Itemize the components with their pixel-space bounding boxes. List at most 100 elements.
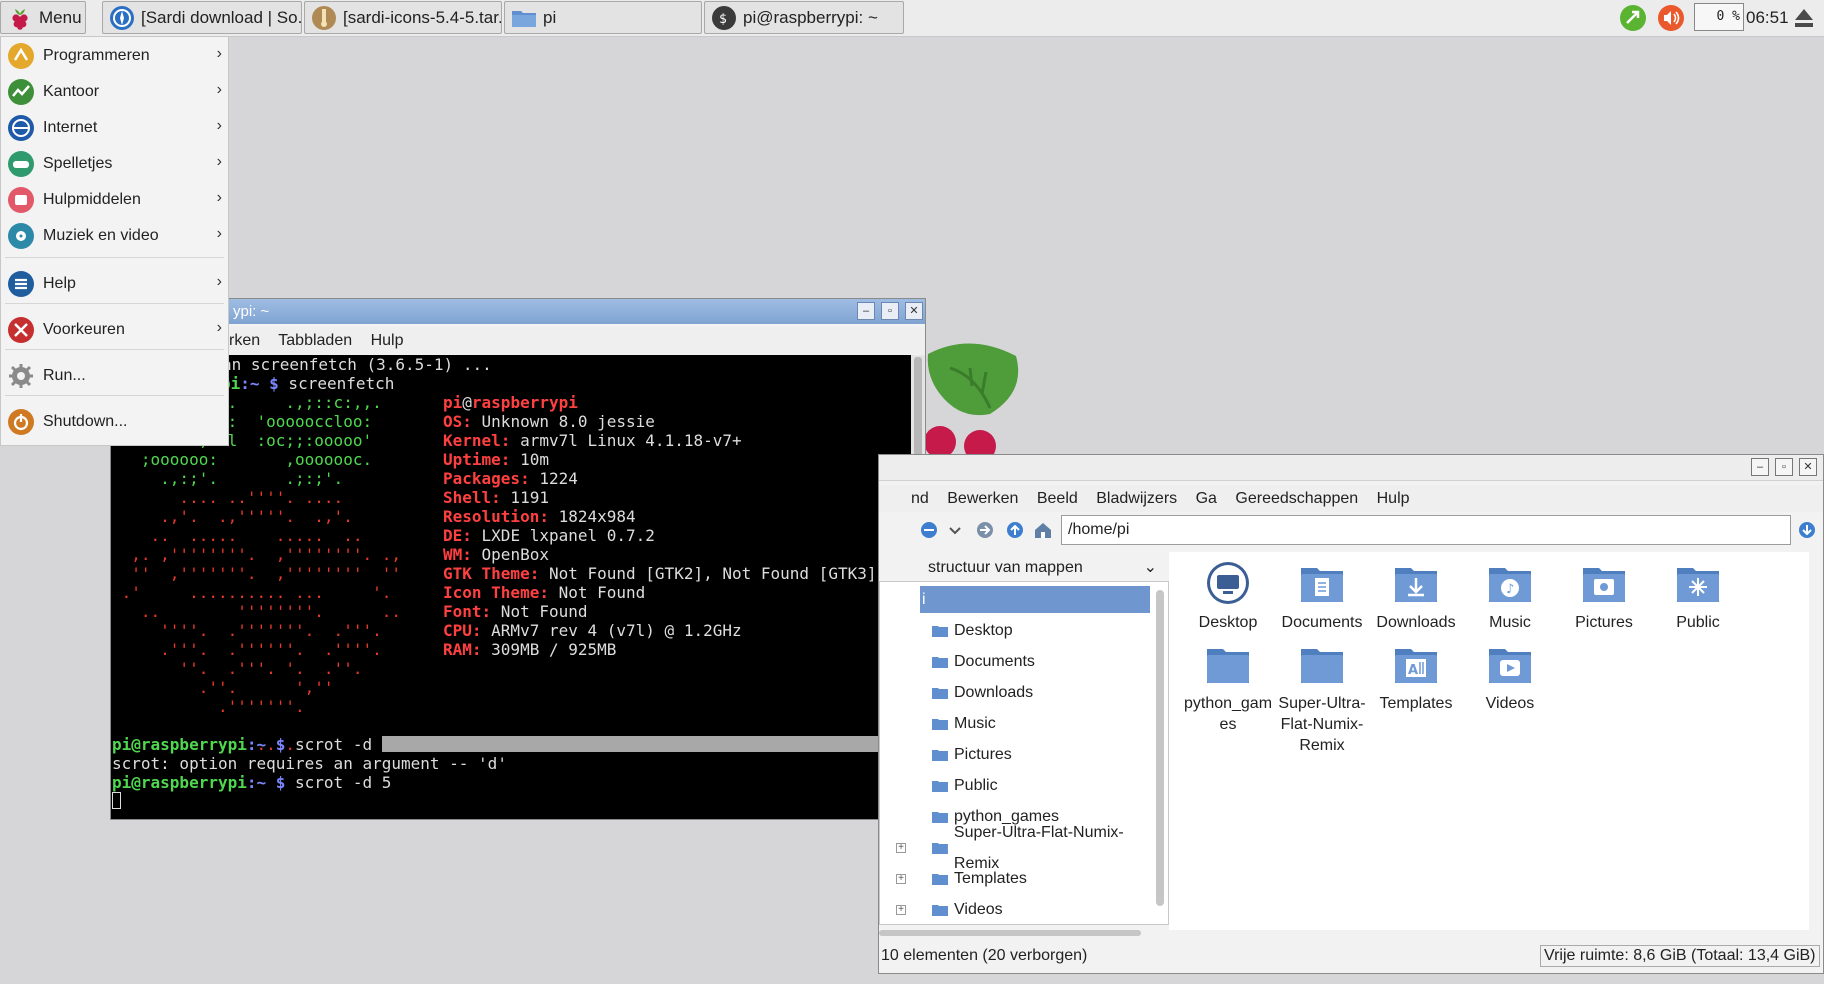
terminal-screen[interactable]: an screenfetch (3.6.5-1) ... pi:~ $ scre…	[111, 355, 911, 819]
menu-tools[interactable]: Gereedschappen	[1235, 490, 1358, 507]
file-item-label: Super-Ultra-Flat-Numix-Remix	[1278, 695, 1366, 754]
ascii-line: .... ..''''. ....	[112, 488, 344, 507]
maximize-button[interactable]: ▫	[881, 302, 899, 320]
close-button[interactable]: ✕	[1799, 458, 1817, 476]
terminal-line: pi:~ $ screenfetch	[221, 374, 394, 393]
tree-item-label: Public	[954, 777, 998, 794]
tree-item[interactable]: Templates	[932, 863, 1027, 894]
folder-icon	[932, 687, 948, 699]
tree-hscrollbar[interactable]	[879, 930, 1141, 936]
sysinfo-value: 1224	[529, 469, 578, 488]
terminal-titlebar[interactable]: ypi: ~	[111, 299, 925, 324]
directory-tree[interactable]: i Desktop Documents Downloads Music Pictures…	[879, 581, 1169, 925]
menu-item-shutdown[interactable]: Shutdown...	[1, 404, 228, 440]
tree-scrollbar[interactable]	[1156, 590, 1164, 906]
tree-item[interactable]: Documents	[932, 646, 1035, 677]
volume-muted-icon[interactable]	[1656, 3, 1686, 33]
file-item[interactable]: python_games	[1181, 633, 1275, 735]
tree-selected-row[interactable]: i	[920, 586, 1150, 613]
tree-expander-icon[interactable]: +	[896, 843, 906, 853]
menu-item-help[interactable]: Help ›	[1, 266, 228, 302]
minimize-button[interactable]: –	[1751, 458, 1769, 476]
task-browser[interactable]: [Sardi download | So...	[102, 1, 302, 34]
forward-icon[interactable]	[975, 520, 995, 540]
ascii-line: ,. ,''''''''. ,''''''''. .,	[112, 545, 401, 564]
tree-expander-icon[interactable]: +	[896, 905, 906, 915]
menu-item-programmeren[interactable]: Programmeren ›	[1, 38, 228, 74]
tree-item[interactable]: Super-Ultra-Flat-Numix-Remix	[932, 824, 1168, 872]
menu-bookmarks[interactable]: Bladwijzers	[1096, 490, 1177, 507]
tree-item[interactable]: Downloads	[932, 677, 1033, 708]
file-item[interactable]: Pictures	[1557, 552, 1651, 633]
file-item-label: Music	[1489, 614, 1531, 631]
tree-expander-icon[interactable]: +	[896, 874, 906, 884]
file-item[interactable]: ♪ Music	[1463, 552, 1557, 633]
menu-item-run[interactable]: Run...	[1, 358, 228, 394]
tree-item[interactable]: Music	[932, 708, 996, 739]
ascii-line: .,:;'. .;:;'.	[112, 469, 344, 488]
file-item[interactable]: Desktop	[1181, 552, 1275, 633]
menu-item-spelletjes[interactable]: Spelletjes ›	[1, 146, 228, 182]
menu-edit[interactable]: rken	[229, 332, 260, 349]
tree-item[interactable]: Pictures	[932, 739, 1012, 770]
fm-titlebar[interactable]	[879, 455, 1823, 481]
menu-separator	[5, 257, 224, 258]
documents-folder-icon	[1301, 568, 1343, 602]
menu-go[interactable]: Ga	[1196, 490, 1217, 507]
menu-item-hulpmiddelen[interactable]: Hulpmiddelen ›	[1, 182, 228, 218]
ascii-line: .,'. .,'''''. .,'.	[112, 507, 353, 526]
menu-view[interactable]: Beeld	[1037, 490, 1078, 507]
file-item[interactable]: Videos	[1463, 633, 1557, 714]
file-item[interactable]: Public	[1651, 552, 1745, 633]
file-grid[interactable]: Desktop Documents Downloads ♪ Music Pictures P…	[1169, 552, 1809, 930]
path-input[interactable]: /home/pi	[1061, 515, 1791, 545]
minimize-button[interactable]: –	[857, 302, 875, 320]
tree-item[interactable]: Public	[932, 770, 998, 801]
menu-item-muziek-en-video[interactable]: Muziek en video ›	[1, 218, 228, 254]
file-item[interactable]: Super-Ultra-Flat-Numix-Remix	[1275, 633, 1369, 756]
menu-separator	[5, 395, 224, 396]
menu-item-label: Programmeren	[43, 47, 150, 64]
menu-item-kantoor[interactable]: Kantoor ›	[1, 74, 228, 110]
go-icon[interactable]	[1797, 520, 1817, 540]
sysinfo-value: Not Found [GTK2], Not Found [GTK3]	[539, 564, 877, 583]
menu-help[interactable]: Hulp	[371, 332, 404, 349]
run-gear-icon	[9, 364, 33, 388]
maximize-button[interactable]: ▫	[1775, 458, 1793, 476]
preferences-icon	[8, 317, 34, 343]
home-icon[interactable]	[1033, 520, 1053, 540]
task-terminal[interactable]: $ pi@raspberrypi: ~	[704, 1, 904, 34]
task-archive[interactable]: [sardi-icons-5.4-5.tar....	[304, 1, 502, 34]
menu-edit[interactable]: Bewerken	[947, 490, 1018, 507]
file-item[interactable]: Downloads	[1369, 552, 1463, 633]
up-icon[interactable]	[1005, 520, 1025, 540]
fm-menubar: nd Bewerken Beeld Bladwijzers Ga Gereeds…	[879, 485, 1823, 512]
eject-icon[interactable]	[1793, 7, 1815, 31]
cpu-monitor[interactable]: 0 %	[1694, 3, 1744, 31]
close-button[interactable]: ✕	[905, 302, 923, 320]
ascii-line: .. ''''''''. ..	[112, 602, 401, 621]
file-item[interactable]: A Templates	[1369, 633, 1463, 714]
tree-item[interactable]: Videos	[932, 894, 1003, 924]
history-dropdown-icon[interactable]	[945, 520, 965, 540]
menu-help[interactable]: Hulp	[1377, 490, 1410, 507]
menu-item-label: Voorkeuren	[43, 321, 125, 338]
submenu-arrow-icon: ›	[216, 153, 222, 170]
clock[interactable]: 06:51	[1746, 0, 1789, 36]
terminal-icon: $	[712, 5, 736, 30]
file-item-label: python_games	[1183, 695, 1273, 733]
task-file-manager[interactable]: pi	[504, 1, 702, 34]
back-icon[interactable]	[919, 520, 939, 540]
sysinfo-value: 1824x984	[548, 507, 636, 526]
sidebar-mode-select[interactable]: structuur van mappen ⌄	[879, 555, 1157, 581]
tree-item[interactable]: Desktop	[932, 615, 1013, 646]
menu-file[interactable]: nd	[911, 490, 929, 507]
menu-item-internet[interactable]: Internet ›	[1, 110, 228, 146]
menu-tabs[interactable]: Tabbladen	[278, 332, 352, 349]
menu-item-voorkeuren[interactable]: Voorkeuren ›	[1, 312, 228, 348]
sysinfo-value: 1191	[500, 488, 549, 507]
file-item[interactable]: Documents	[1275, 552, 1369, 633]
network-icon[interactable]	[1618, 3, 1648, 33]
tree-item-label: Documents	[954, 653, 1035, 670]
menu-button[interactable]: Menu	[0, 1, 86, 34]
